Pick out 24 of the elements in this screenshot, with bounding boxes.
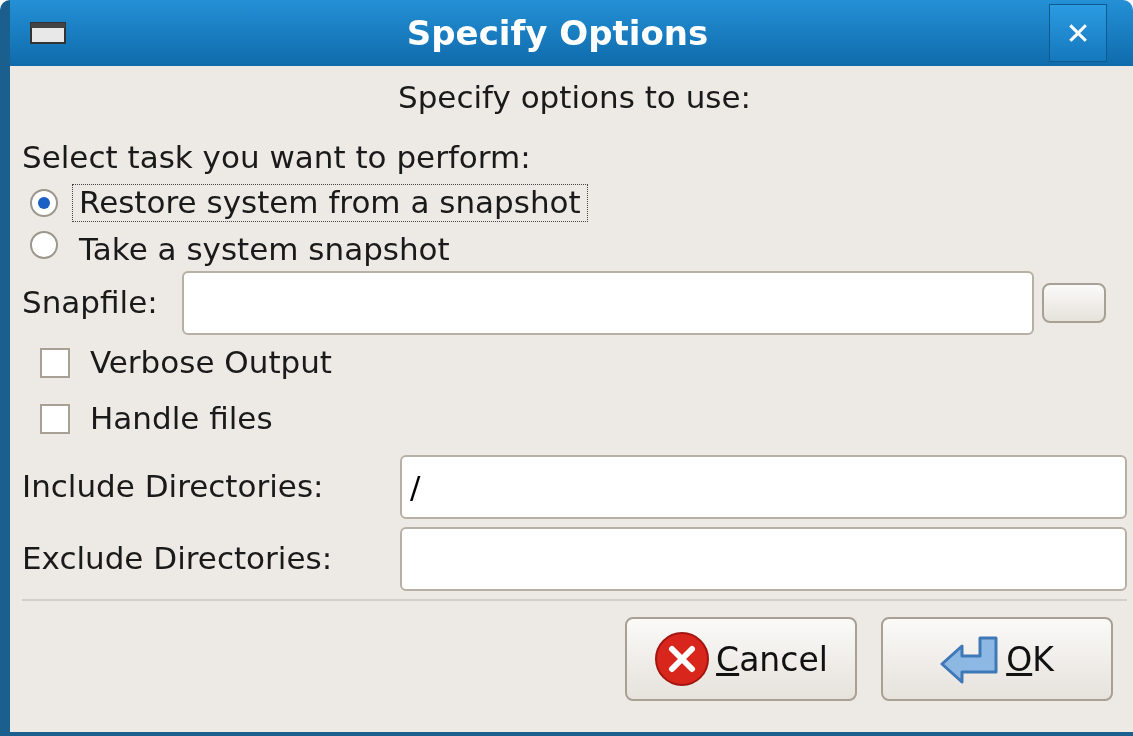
snapfile-field[interactable] (181, 271, 1034, 336)
radio-label[interactable]: Restore system from a snapshot (72, 184, 588, 223)
return-arrow-icon (940, 634, 1001, 685)
field-label: Exclude Directories: (22, 541, 334, 578)
checkbox[interactable] (40, 404, 70, 435)
browse-button[interactable] (1041, 283, 1106, 324)
dialog-button[interactable]: Cancel (625, 617, 857, 702)
close-button[interactable]: ✕ (1049, 4, 1107, 62)
window-menu-icon[interactable] (30, 22, 66, 44)
field-label: Include Directories: (22, 469, 325, 506)
cancel-icon (654, 631, 711, 688)
field-label: Snapfile: (22, 285, 158, 322)
dialog-heading: Specify options to use: (398, 80, 751, 116)
checkbox[interactable] (40, 348, 70, 379)
directory-field[interactable] (400, 527, 1127, 592)
radio-button[interactable] (30, 231, 58, 260)
directory-field[interactable]: / (400, 455, 1127, 520)
task-label: Select task you want to perform: (22, 139, 531, 176)
dialog-button[interactable]: OK (881, 617, 1113, 702)
window-title: Specify Options (405, 11, 710, 55)
radio-label[interactable]: Take a system snapshot (72, 231, 457, 269)
checkbox-label: Handle files (90, 401, 273, 438)
checkbox-label: Verbose Output (90, 345, 333, 382)
radio-button[interactable] (30, 189, 58, 218)
